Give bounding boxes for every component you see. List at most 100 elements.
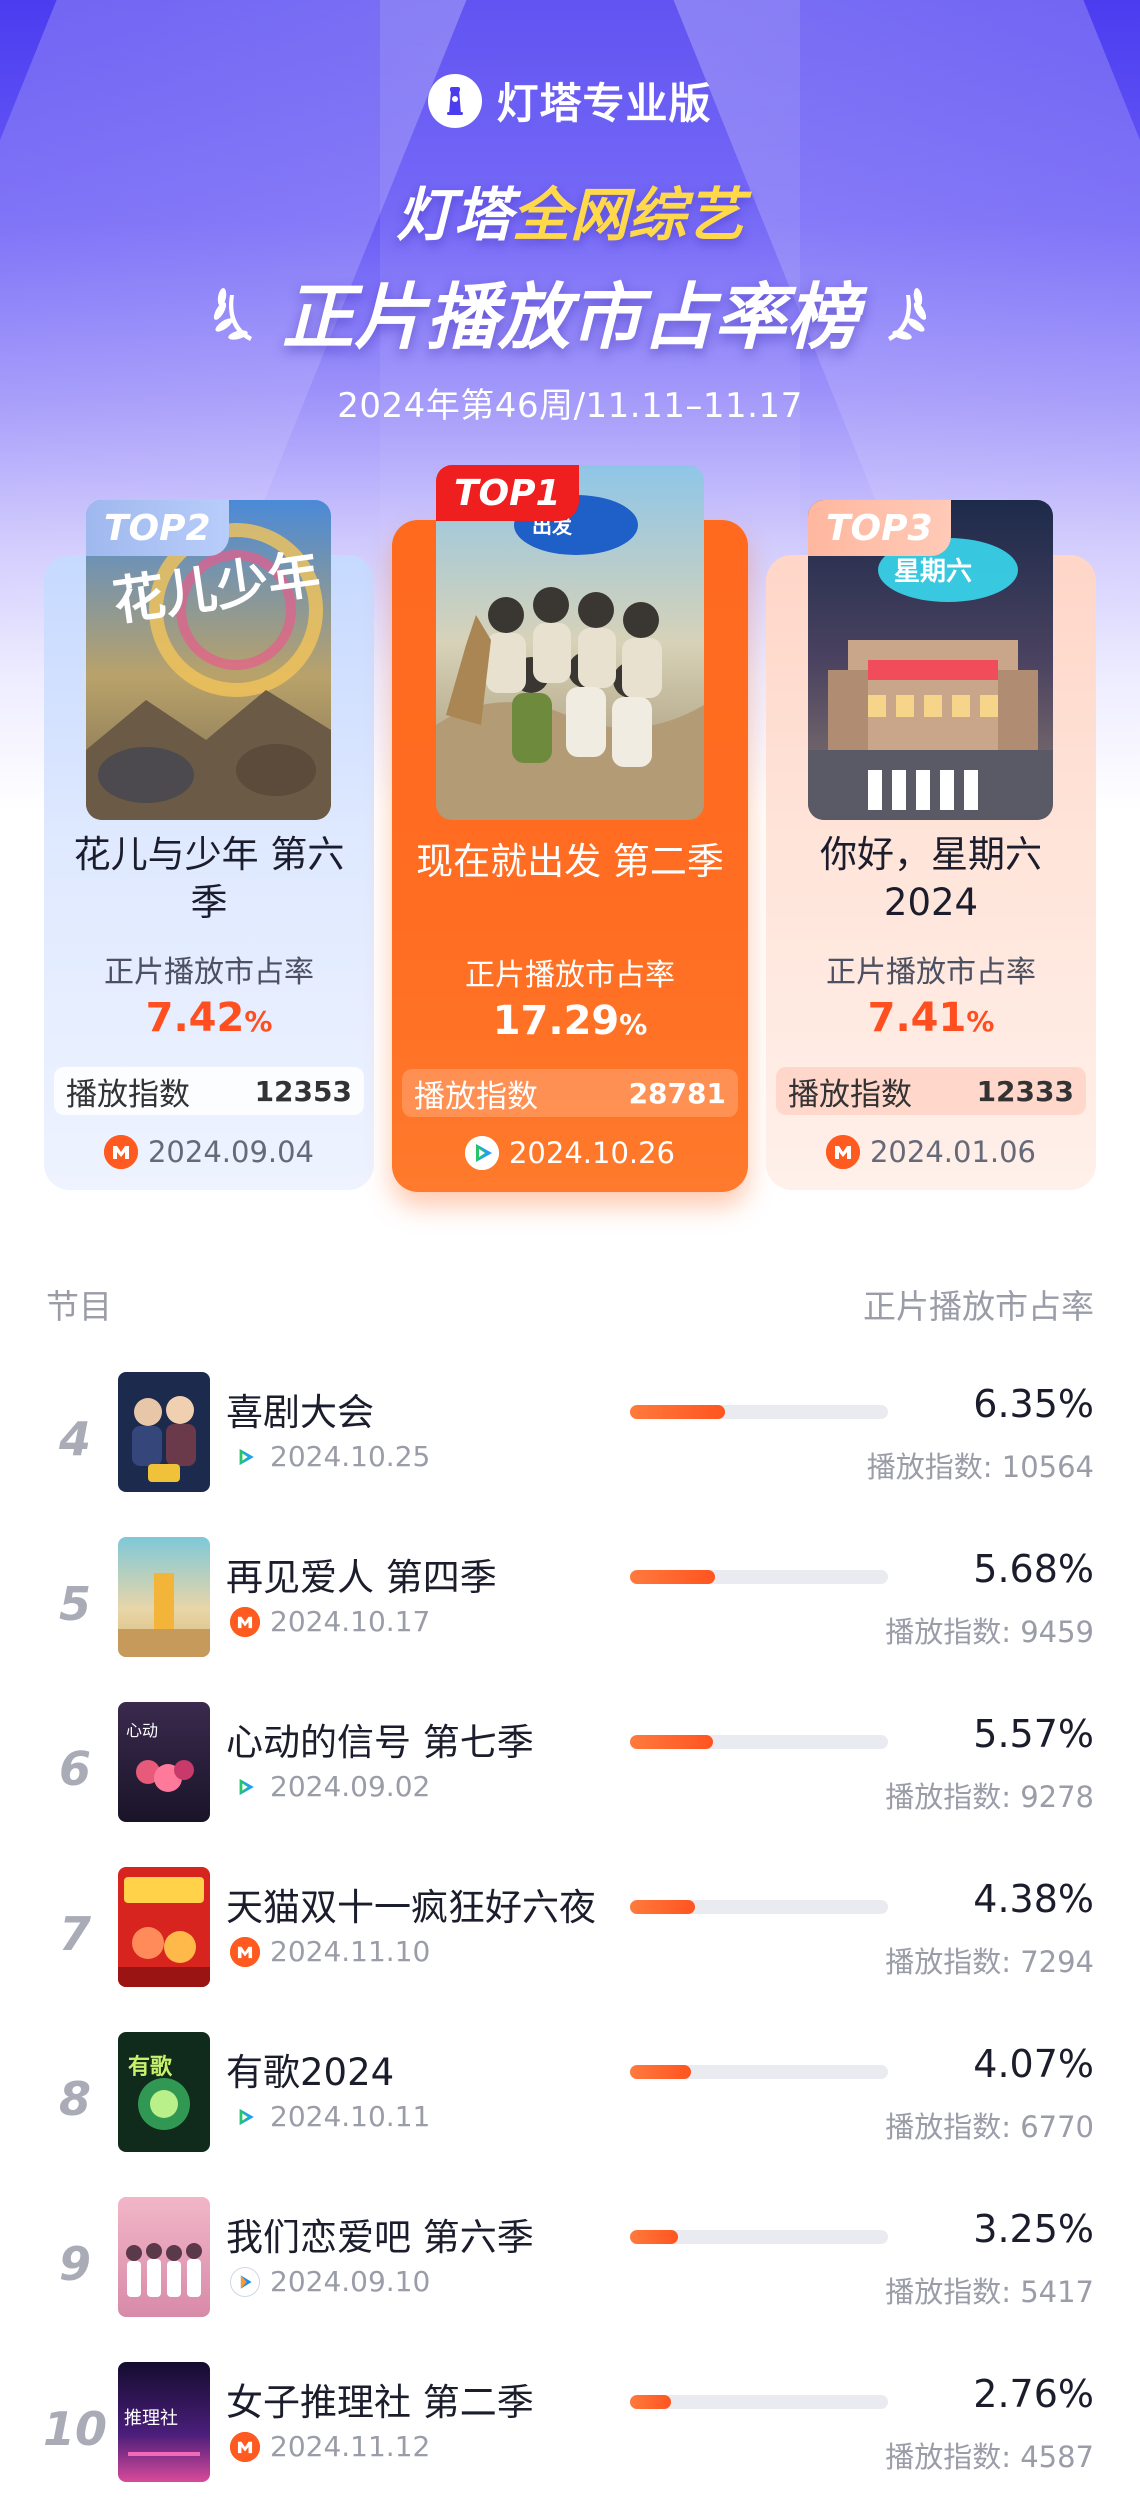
tencent-video-icon <box>230 1771 260 1802</box>
play-index: 播放指数: 9459 <box>885 1615 1094 1649</box>
rank-number: 8 <box>58 2072 91 2126</box>
share-value: 6.35% <box>973 1382 1094 1426</box>
top1-card[interactable]: 出发 TOP1 现在就出发 第二季 正片播放市占率 17.29% 播放指数 28… <box>392 465 748 1192</box>
share-bar <box>630 1570 888 1584</box>
share-bar <box>630 1900 888 1914</box>
show-name[interactable]: 我们恋爱吧 第六季 <box>226 2207 534 2261</box>
list-item[interactable]: 6 心动 心动的信号 第七季 2024.09.02 5.57% 播放指数: 92… <box>0 1702 1140 1852</box>
release-date: 2024.09.10 <box>270 2265 431 2298</box>
play-index: 播放指数: 10564 <box>866 1450 1094 1484</box>
play-index: 播放指数: 9278 <box>885 1780 1094 1814</box>
show-name[interactable]: 天猫双十一疯狂好六夜 <box>226 1877 596 1931</box>
top2-share: 7.42% <box>44 995 374 1041</box>
play-index-label: 播放指数 <box>788 1076 912 1113</box>
top1-rank-badge: TOP1 <box>436 465 579 521</box>
rank-number: 10 <box>42 2402 107 2456</box>
release-date: 2024.10.26 <box>508 1136 676 1170</box>
laurel-left-icon <box>213 287 252 341</box>
mango-tv-icon <box>103 1135 138 1169</box>
list-item[interactable]: 5 再见爱人 第四季 2024.10.17 5.68% 播放指数: 9459 <box>0 1537 1140 1687</box>
share-bar <box>630 2230 888 2244</box>
svg-text:推理社: 推理社 <box>124 2408 178 2429</box>
show-date: 2024.11.12 <box>230 2430 430 2463</box>
week-range: 2024年第46周/11.11–11.17 <box>337 386 803 426</box>
tencent-video-icon <box>464 1136 499 1170</box>
show-thumbnail <box>118 1372 210 1492</box>
list-item[interactable]: 9 我们恋爱吧 第六季 2024.09.10 3.25% 播放指数: 5417 <box>0 2197 1140 2347</box>
top1-play-index: 播放指数 28781 <box>402 1069 738 1117</box>
top1-share: 17.29% <box>392 998 748 1044</box>
show-name[interactable]: 女子推理社 第二季 <box>226 2372 534 2426</box>
show-thumbnail: 心动 <box>118 1702 210 1822</box>
list-item[interactable]: 10 推理社 女子推理社 第二季 2024.11.12 2.76% 播放指数: … <box>0 2362 1140 2510</box>
release-date: 2024.10.17 <box>270 1605 431 1638</box>
share-value: 5.57% <box>973 1712 1094 1756</box>
play-index-label: 播放指数 <box>66 1076 190 1113</box>
play-index: 播放指数: 7294 <box>885 1945 1094 1979</box>
list-item[interactable]: 7 天猫双十一疯狂好六夜 2024.11.10 4.38% 播放指数: 7294 <box>0 1867 1140 2017</box>
top2-play-index: 播放指数 12353 <box>54 1067 364 1115</box>
top3-date: 2024.01.06 <box>766 1135 1096 1169</box>
show-date: 2024.09.02 <box>230 1770 430 1803</box>
share-bar-fill <box>630 1900 696 1914</box>
show-date: 2024.10.25 <box>230 1440 430 1473</box>
top2-title[interactable]: 花儿与少年 第六季 <box>60 831 358 927</box>
top3-title[interactable]: 你好，星期六 2024 <box>782 831 1080 927</box>
show-date: 2024.11.10 <box>230 1935 430 1968</box>
rank-number: 6 <box>58 1742 91 1796</box>
play-index: 播放指数: 6770 <box>885 2110 1094 2144</box>
share-value: 2.76% <box>973 2372 1094 2416</box>
list-header-program: 节目 <box>46 1287 112 1326</box>
play-index-value: 12353 <box>254 1074 352 1108</box>
show-thumbnail <box>118 1867 210 1987</box>
show-name[interactable]: 有歌2024 <box>226 2042 394 2096</box>
ranking-category-title: 灯塔全网综艺 <box>0 168 1140 252</box>
list-item[interactable]: 8 有歌 有歌2024 2024.10.11 4.07% 播放指数: 6770 <box>0 2032 1140 2182</box>
top2-rank-badge: TOP2 <box>86 500 229 556</box>
play-index: 播放指数: 5417 <box>885 2275 1094 2309</box>
mango-tv-icon <box>230 1936 260 1967</box>
tencent-video-icon <box>230 1441 260 1472</box>
show-date: 2024.10.17 <box>230 1605 430 1638</box>
top3-share-number: 7.41 <box>867 995 967 1041</box>
list-header-share: 正片播放市占率 <box>863 1287 1094 1326</box>
show-name[interactable]: 再见爱人 第四季 <box>226 1547 497 1601</box>
title-accent: 全网综艺 <box>512 181 745 249</box>
top1-title[interactable]: 现在就出发 第二季 <box>408 838 732 886</box>
share-value: 4.38% <box>973 1877 1094 1921</box>
top3-share: 7.41% <box>766 995 1096 1041</box>
show-thumbnail: 有歌 <box>118 2032 210 2152</box>
share-bar-fill <box>630 1570 715 1584</box>
percent-sign: % <box>244 1005 273 1038</box>
youku-icon <box>230 2266 260 2297</box>
mango-tv-icon <box>230 2431 260 2462</box>
show-name[interactable]: 心动的信号 第七季 <box>226 1712 534 1766</box>
play-index-label: 播放指数 <box>414 1078 538 1115</box>
percent-sign: % <box>619 1008 648 1041</box>
release-date: 2024.10.25 <box>270 1440 431 1473</box>
title-prefix: 灯塔 <box>395 181 512 249</box>
show-thumbnail <box>118 1537 210 1657</box>
tencent-video-icon <box>230 2101 260 2132</box>
share-bar-fill <box>630 2395 672 2409</box>
top2-metric-label: 正片播放市占率 <box>104 955 314 990</box>
share-bar-fill <box>630 2065 691 2079</box>
rank-number: 5 <box>58 1577 91 1631</box>
top2-card[interactable]: 花儿少年 TOP2 花儿与少年 第六季 正片播放市占率 7.42% 播放指数 1… <box>44 500 374 1190</box>
release-date: 2024.09.04 <box>147 1135 315 1169</box>
top3-play-index: 播放指数 12333 <box>776 1067 1086 1115</box>
share-bar <box>630 2395 888 2409</box>
share-bar <box>630 2065 888 2079</box>
list-item[interactable]: 4 喜剧大会 2024.10.25 6.35% 播放指数: 10564 <box>0 1372 1140 1522</box>
percent-sign: % <box>966 1005 995 1038</box>
brand-header: 灯塔专业版 <box>0 70 1140 131</box>
play-index-value: 28781 <box>628 1076 726 1110</box>
show-name[interactable]: 喜剧大会 <box>226 1382 374 1436</box>
release-date: 2024.10.11 <box>270 2100 431 2133</box>
lighthouse-icon <box>428 73 483 128</box>
show-date: 2024.10.11 <box>230 2100 430 2133</box>
top3-card[interactable]: 星期六 TOP3 你好，星期六 2024 正片播放市占率 7.41% 播放指数 … <box>766 500 1096 1190</box>
svg-text:星期六: 星期六 <box>894 557 972 587</box>
brand-name: 灯塔专业版 <box>496 79 712 128</box>
svg-text:心动: 心动 <box>126 1721 158 1740</box>
